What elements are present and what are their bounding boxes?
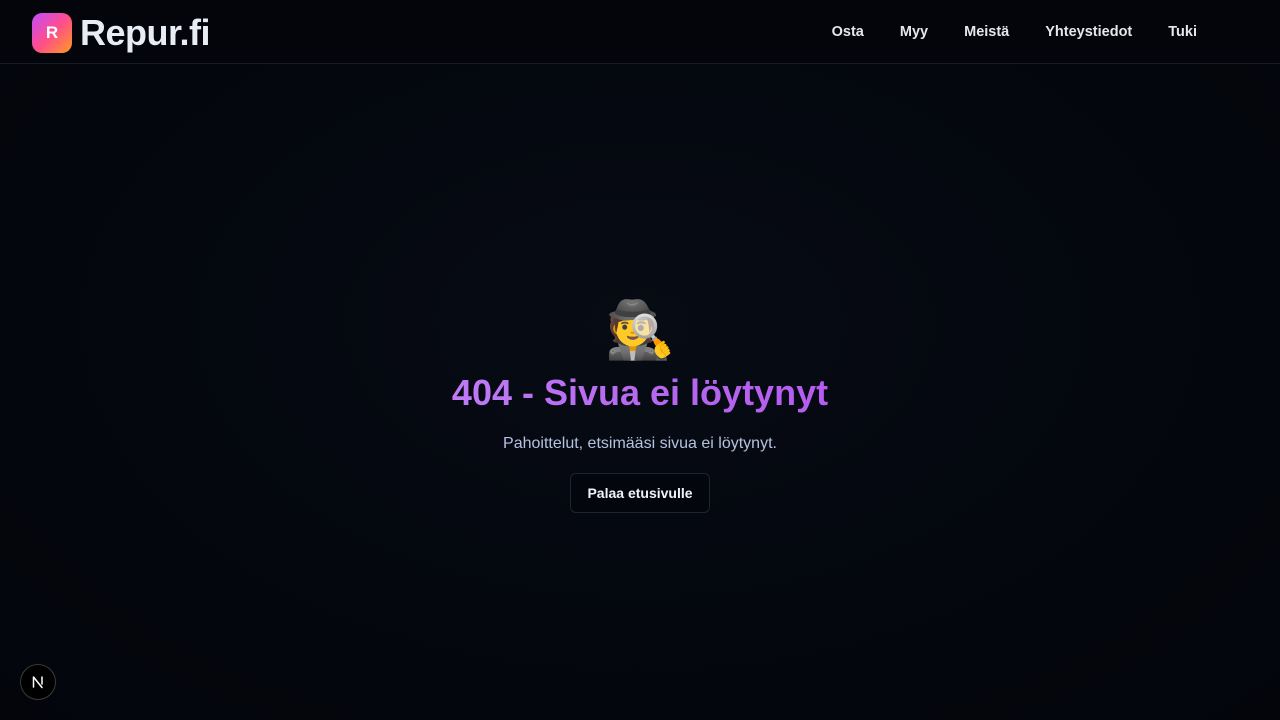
logo-icon: R	[32, 13, 72, 53]
logo-text: Repur.fi	[80, 12, 211, 53]
nextjs-dev-badge[interactable]	[20, 664, 56, 700]
site-header: R Repur.fi Osta Myy Meistä Yhteystiedot …	[0, 0, 1280, 64]
not-found-content: 🕵️ 404 - Sivua ei löytynyt Pahoittelut, …	[0, 298, 1280, 513]
detective-icon: 🕵️	[605, 298, 675, 361]
error-message: Pahoittelut, etsimääsi sivua ei löytynyt…	[503, 435, 777, 452]
nav-item-yhteystiedot[interactable]: Yhteystiedot	[1045, 24, 1132, 40]
nav-item-tuki[interactable]: Tuki	[1168, 24, 1197, 40]
nav-item-osta[interactable]: Osta	[832, 24, 864, 40]
nav-item-myy[interactable]: Myy	[900, 24, 928, 40]
logo-link[interactable]: R Repur.fi	[32, 12, 211, 54]
nextjs-n-icon	[32, 676, 43, 689]
back-home-button[interactable]: Palaa etusivulle	[570, 473, 710, 513]
main-nav: Osta Myy Meistä Yhteystiedot Tuki	[832, 0, 1197, 64]
page-title: 404 - Sivua ei löytynyt	[451, 372, 829, 413]
nav-item-meista[interactable]: Meistä	[964, 24, 1009, 40]
